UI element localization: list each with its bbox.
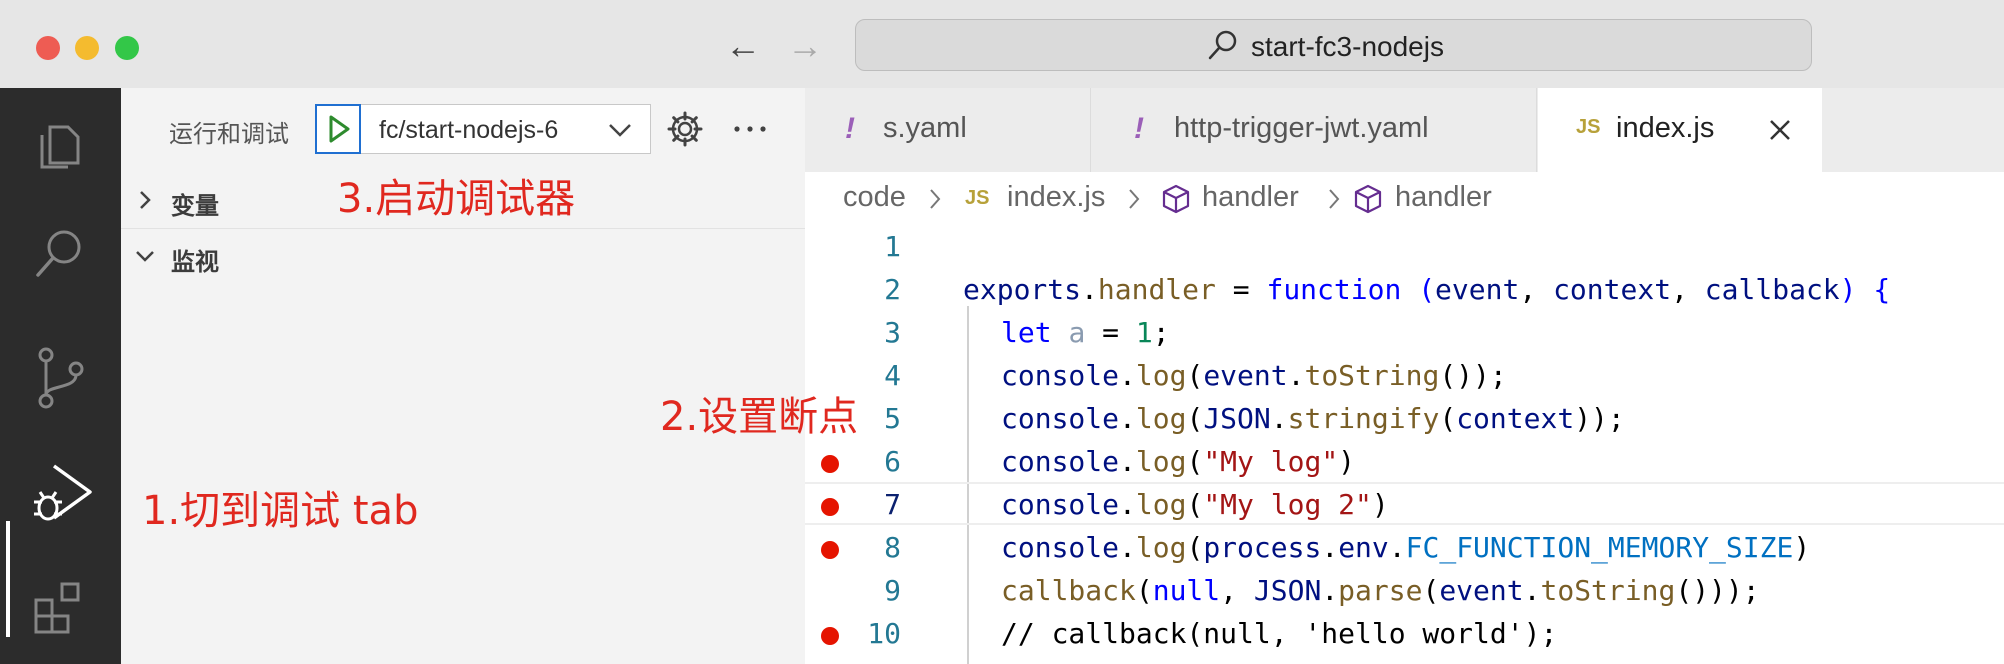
code-text: // callback(null, 'hello world'); [1001,617,1558,650]
code-line[interactable]: 4 console.log(event.toString()); [805,353,2004,396]
search-icon[interactable] [30,223,90,283]
start-debugging-button[interactable] [315,104,361,154]
yaml-file-icon: ! [1134,112,1144,145]
code-text: console.log(JSON.stringify(context)); [1001,402,1625,435]
breadcrumb: code JS index.js handler handler [805,172,2004,224]
line-number: 7 [884,488,901,521]
line-number: 9 [884,574,901,607]
chevron-right-icon [1129,189,1140,209]
code-text: let a = 1; [1001,316,1170,349]
code-line[interactable]: 8 console.log(process.env.FC_FUNCTION_ME… [805,525,2004,568]
more-actions-icon[interactable] [733,124,767,134]
section-watch[interactable]: 监视 [121,228,805,284]
play-icon [329,115,350,143]
annotation-step-1: 1.切到调试 tab [142,488,419,534]
code-text: callback(null, JSON.parse(event.toString… [1001,574,1760,607]
window-title-bar: ← → start-fc3-nodejs [0,0,2004,89]
section-label: 变量 [171,193,219,220]
active-tab-indicator [6,521,10,637]
code-text: console.log("My log") [1001,445,1356,478]
code-line[interactable]: 2 exports.handler = function (event, con… [805,267,2004,310]
code-line-current[interactable]: 7 console.log("My log 2") [805,482,2004,525]
chevron-down-icon [609,124,631,137]
activity-bar [0,88,121,664]
sidebar-title: 运行和调试 [169,121,289,148]
line-number: 6 [884,445,901,478]
code-text: console.log(event.toString()); [1001,359,1507,392]
breadcrumb-item[interactable]: index.js [1007,181,1105,214]
maximize-window-button[interactable] [115,36,139,60]
method-cube-icon [1162,184,1190,214]
back-arrow-icon[interactable]: ← [725,26,761,66]
chevron-down-icon [136,251,154,262]
yaml-file-icon: ! [845,112,855,145]
code-line[interactable]: 9 callback(null, JSON.parse(event.toStri… [805,568,2004,611]
code-editor[interactable]: 1 2 exports.handler = function (event, c… [805,224,2004,664]
gear-icon[interactable] [666,110,704,148]
editor-tabs: ! s.yaml ! http-trigger-jwt.yaml JS inde… [805,88,2004,172]
chevron-right-icon [140,191,151,209]
line-number: 1 [884,230,901,263]
breadcrumb-item[interactable]: handler [1395,181,1492,214]
code-text: console.log(process.env.FC_FUNCTION_MEMO… [1001,531,1811,564]
method-cube-icon [1354,184,1382,214]
debug-config-label: fc/start-nodejs-6 [379,116,559,144]
chevron-right-icon [1329,189,1340,209]
line-number: 2 [884,273,901,306]
js-file-icon: JS [965,187,990,209]
code-line[interactable]: 5 console.log(JSON.stringify(context)); [805,396,2004,439]
command-center-search[interactable]: start-fc3-nodejs [855,19,1812,71]
code-line[interactable]: 10 // callback(null, 'hello world'); [805,611,2004,654]
search-icon [1208,30,1237,60]
chevron-right-icon [930,189,941,209]
tab-label: index.js [1616,112,1715,144]
explorer-icon[interactable] [30,113,90,173]
code-text: exports.handler = function (event, conte… [963,273,1891,306]
extensions-icon[interactable] [30,578,90,638]
forward-arrow-icon[interactable]: → [787,26,823,66]
line-number: 8 [884,531,901,564]
tab-s-yaml[interactable]: ! s.yaml [805,88,1091,172]
breadcrumb-item[interactable]: handler [1202,181,1299,214]
line-number: 10 [867,617,901,650]
close-icon[interactable] [1768,118,1792,142]
debug-config-select[interactable]: fc/start-nodejs-6 [361,104,651,154]
js-file-icon: JS [1576,116,1601,138]
code-line[interactable]: 3 let a = 1; [805,310,2004,353]
code-line[interactable]: 1 [805,224,2004,267]
close-window-button[interactable] [36,36,60,60]
tab-label: http-trigger-jwt.yaml [1174,112,1429,144]
line-number: 3 [884,316,901,349]
run-and-debug-icon[interactable] [30,458,96,528]
section-label: 监视 [171,249,219,276]
tab-index-js[interactable]: JS index.js [1538,88,1822,172]
tab-label: s.yaml [883,112,967,144]
search-text: start-fc3-nodejs [1251,31,1444,62]
code-text: console.log("My log 2") [1001,488,1389,521]
minimize-window-button[interactable] [75,36,99,60]
tab-http-trigger-jwt-yaml[interactable]: ! http-trigger-jwt.yaml [1092,88,1537,172]
breadcrumb-item[interactable]: code [843,181,906,214]
annotation-step-2: 2.设置断点 [660,394,859,440]
source-control-icon[interactable] [30,343,90,413]
annotation-step-3: 3.启动调试器 [337,176,576,222]
code-line[interactable]: 6 console.log("My log") [805,439,2004,482]
